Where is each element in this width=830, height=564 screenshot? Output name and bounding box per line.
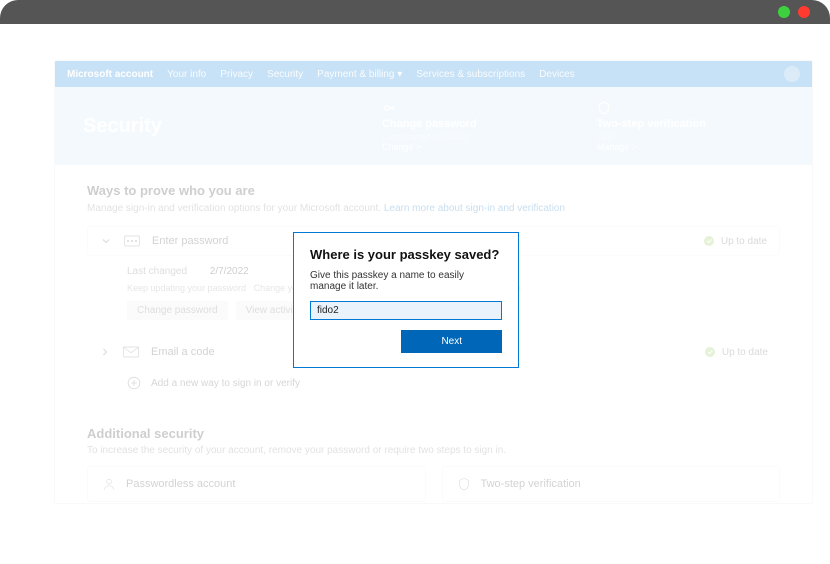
window-close-dot[interactable] <box>798 6 810 18</box>
method1-status: Up to date <box>721 236 767 247</box>
passkey-name-modal: Where is your passkey saved? Give this p… <box>293 232 519 368</box>
passkey-name-input[interactable] <box>310 301 502 320</box>
method2-status: Up to date <box>722 347 768 358</box>
section2-desc: To increase the security of your account… <box>87 445 780 456</box>
section2-title: Additional security <box>87 426 780 441</box>
card1-label: Passwordless account <box>126 478 235 490</box>
section1-desc: Manage sign-in and verification options … <box>87 203 384 214</box>
method1-detail-value: 2/7/2022 <box>210 266 249 277</box>
nav-privacy[interactable]: Privacy <box>220 69 253 80</box>
mail-icon <box>123 346 139 358</box>
nav-payment[interactable]: Payment & billing ▾ <box>317 69 402 80</box>
change-password-button[interactable]: Change password <box>127 301 228 320</box>
window-minimize-dot[interactable] <box>778 6 790 18</box>
next-button[interactable]: Next <box>401 330 502 353</box>
titlebar <box>0 0 830 24</box>
topnav: Microsoft account Your info Privacy Secu… <box>55 61 812 87</box>
card2-label: Two-step verification <box>481 478 581 490</box>
shield-icon <box>457 477 471 491</box>
modal-title: Where is your passkey saved? <box>310 247 502 262</box>
modal-desc: Give this passkey a name to easily manag… <box>310 270 502 292</box>
avatar[interactable] <box>784 66 800 82</box>
band-col1-line1: Last change 2/7/2022 <box>382 132 477 142</box>
band-two-step[interactable]: Two-step verification OFF Manage > <box>597 101 706 152</box>
section1-link[interactable]: Learn more about sign-in and verificatio… <box>384 203 565 214</box>
password-dots-icon <box>124 235 140 247</box>
shield-icon <box>597 101 611 115</box>
brand[interactable]: Microsoft account <box>67 69 153 80</box>
band-col2-line2[interactable]: Manage > <box>597 142 706 152</box>
method1-label: Enter password <box>152 235 228 247</box>
nav-services[interactable]: Services & subscriptions <box>416 69 525 80</box>
check-circle-icon <box>703 235 715 247</box>
band-col1-line2[interactable]: Change > <box>382 142 477 152</box>
band-col2-line1: OFF <box>597 132 706 142</box>
band-col2-heading: Two-step verification <box>597 118 706 130</box>
person-icon <box>102 477 116 491</box>
method1-detail-label: Last changed <box>127 266 207 277</box>
chevron-down-icon <box>100 235 112 247</box>
security-band: Security Change password Last change 2/7… <box>55 87 812 165</box>
card-two-step[interactable]: Two-step verification <box>442 466 781 502</box>
chevron-right-icon <box>99 346 111 358</box>
nav-devices[interactable]: Devices <box>539 69 575 80</box>
plus-circle-icon <box>127 376 141 390</box>
section1-title: Ways to prove who you are <box>87 183 780 198</box>
band-change-password[interactable]: Change password Last change 2/7/2022 Cha… <box>382 101 477 152</box>
nav-security[interactable]: Security <box>267 69 303 80</box>
check-circle-icon <box>704 346 716 358</box>
card-passwordless[interactable]: Passwordless account <box>87 466 426 502</box>
page-title: Security <box>83 115 162 138</box>
method2-label: Email a code <box>151 346 215 358</box>
add-new-label: Add a new way to sign in or verify <box>151 378 300 389</box>
key-icon <box>382 101 396 115</box>
band-col1-heading: Change password <box>382 118 477 130</box>
add-new-method[interactable]: Add a new way to sign in or verify <box>87 366 780 400</box>
nav-your-info[interactable]: Your info <box>167 69 206 80</box>
